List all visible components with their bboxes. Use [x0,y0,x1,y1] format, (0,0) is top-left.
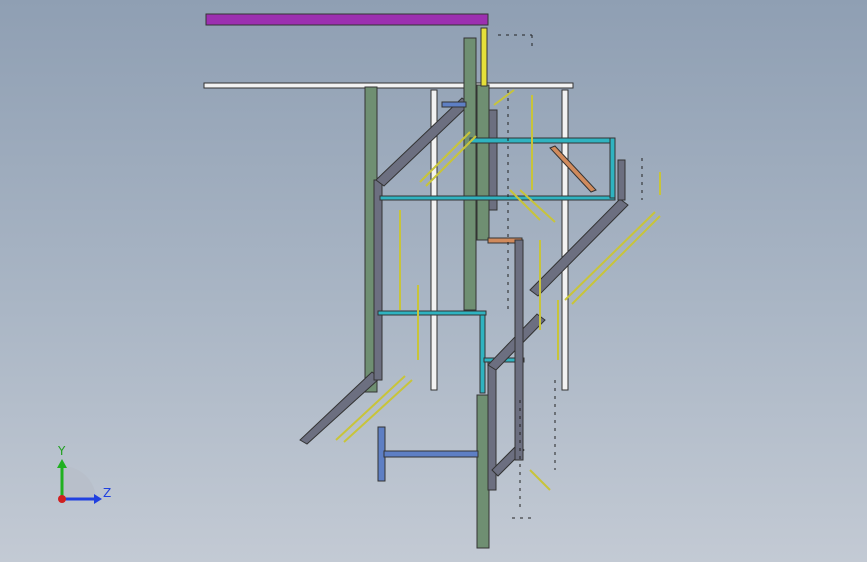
green-column-center-2 [476,84,490,241]
grey-column-center [488,109,498,211]
model-canvas[interactable]: Y Z [0,0,867,562]
x-axis-dot-icon [58,495,66,503]
steel-frame-model [203,13,629,549]
green-column-center [463,37,477,311]
blue-beam-top [441,101,467,108]
orange-brace [549,145,597,193]
cyan-beam-1 [379,195,616,201]
grey-post-far-right [617,159,626,201]
cyan-beam-2 [377,310,487,316]
triad-y-label: Y [57,444,66,458]
green-column-bottom [476,394,490,549]
axis-triad: Y Z [57,444,111,504]
grey-column-left [373,179,383,381]
grey-brace-left [299,371,381,445]
triad-arc-icon [62,466,96,499]
white-beam [203,82,574,89]
cad-viewport[interactable]: Y Z [0,0,867,562]
white-post-2 [561,89,569,391]
triad-z-label: Z [103,486,111,500]
cyan-post-2 [479,314,486,394]
yellow-post [480,27,488,87]
blue-web [383,450,479,458]
magenta-beam [205,13,489,26]
cyan-post-1 [609,137,616,199]
grey-brace-upper [375,97,471,187]
grey-column-right [514,239,524,461]
cyan-beam-3 [469,137,616,144]
